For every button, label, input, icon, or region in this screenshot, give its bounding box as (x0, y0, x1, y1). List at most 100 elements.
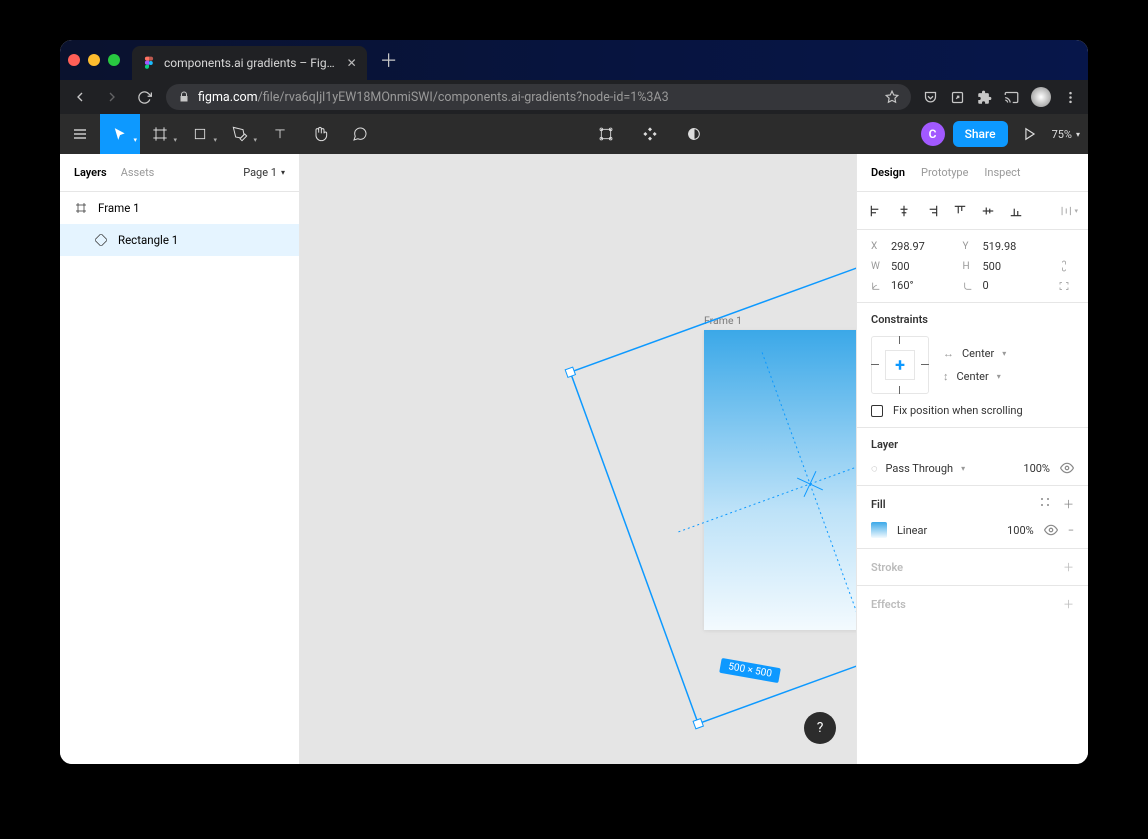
page-dropdown[interactable]: Page 1▾ (243, 166, 285, 179)
help-button[interactable]: ? (804, 712, 836, 744)
radius-input[interactable]: 0 (983, 279, 1049, 292)
frame-tool[interactable]: ▾ (140, 114, 180, 154)
fix-position-checkbox[interactable]: Fix position when scrolling (871, 404, 1074, 417)
browser-tab[interactable]: components.ai gradients – Fig… ✕ (132, 46, 367, 80)
h-input[interactable]: 500 (983, 260, 1049, 273)
y-label: Y (963, 241, 977, 252)
pen-tool[interactable]: ▾ (220, 114, 260, 154)
cast-icon[interactable] (1004, 90, 1019, 105)
fill-type[interactable]: Linear (897, 524, 927, 537)
align-vcenter-icon[interactable] (979, 202, 997, 220)
kebab-menu-icon[interactable] (1063, 90, 1078, 105)
design-panel: Design Prototype Inspect ▾ X 298.97 Y (856, 154, 1088, 764)
constraint-widget[interactable]: + (871, 336, 929, 394)
align-hcenter-icon[interactable] (895, 202, 913, 220)
selection-box[interactable] (530, 204, 856, 764)
new-tab-button[interactable]: ＋ (375, 46, 403, 74)
effects-title: Effects (871, 598, 906, 611)
w-label: W (871, 261, 885, 272)
move-tool[interactable]: ▾ (100, 114, 140, 154)
close-tab-icon[interactable]: ✕ (347, 56, 357, 70)
tab-layers[interactable]: Layers (74, 166, 107, 179)
section-layer: Layer ◌ Pass Through ▾ 100% (857, 428, 1088, 486)
maximize-window-button[interactable] (108, 54, 120, 66)
radius-icon (963, 281, 977, 291)
lock-icon (178, 91, 190, 103)
text-tool[interactable] (260, 114, 300, 154)
section-stroke: Stroke ＋ (857, 549, 1088, 586)
shape-tool[interactable]: ▾ (180, 114, 220, 154)
present-button[interactable] (1016, 114, 1044, 154)
remove-fill-icon[interactable]: − (1068, 524, 1074, 537)
reload-button[interactable] (134, 87, 154, 107)
edit-object-tool[interactable] (586, 114, 626, 154)
h-label: H (963, 261, 977, 272)
main-menu-button[interactable] (60, 114, 100, 154)
align-top-icon[interactable] (951, 202, 969, 220)
share-button[interactable]: Share (953, 121, 1008, 147)
layer-label: Frame 1 (98, 201, 140, 215)
browser-tabstrip: components.ai gradients – Fig… ✕ ＋ (60, 40, 1088, 80)
stroke-title: Stroke (871, 561, 903, 574)
constraint-vertical-select[interactable]: ↕Center▾ (943, 370, 1006, 383)
address-bar: figma.com/file/rva6qIjl1yEW18MOnmiSWI/co… (60, 80, 1088, 114)
y-input[interactable]: 519.98 (983, 240, 1049, 253)
distribute-icon[interactable]: ▾ (1060, 202, 1078, 220)
star-icon[interactable] (885, 90, 899, 104)
blend-mode-select[interactable]: Pass Through (886, 462, 954, 475)
create-component-tool[interactable] (630, 114, 670, 154)
x-label: X (871, 241, 885, 252)
section-position: X 298.97 Y 519.98 W 500 H 500 160° 0 (857, 230, 1088, 303)
forward-button[interactable] (102, 87, 122, 107)
angle-icon (871, 281, 885, 291)
layer-row-rectangle[interactable]: Rectangle 1 (60, 224, 299, 256)
fill-opacity-input[interactable]: 100% (1007, 524, 1034, 537)
pocket-icon[interactable] (923, 90, 938, 105)
extensions-icon[interactable] (977, 90, 992, 105)
url-text: figma.com/file/rva6qIjl1yEW18MOnmiSWI/co… (198, 90, 877, 105)
fill-title: Fill (871, 498, 886, 511)
minimize-window-button[interactable] (88, 54, 100, 66)
user-avatar[interactable]: C (921, 122, 945, 146)
url-input[interactable]: figma.com/file/rva6qIjl1yEW18MOnmiSWI/co… (166, 84, 911, 110)
mask-tool[interactable] (674, 114, 714, 154)
canvas[interactable]: Frame 1 500 × 500 ? (300, 154, 856, 764)
section-effects: Effects ＋ (857, 586, 1088, 622)
section-constraints: Constraints + ↔Center▾ ↕Center▾ (857, 303, 1088, 428)
layer-row-frame[interactable]: Frame 1 (60, 192, 299, 224)
visibility-icon[interactable] (1060, 461, 1074, 475)
back-button[interactable] (70, 87, 90, 107)
window-controls (68, 54, 120, 66)
close-window-button[interactable] (68, 54, 80, 66)
x-input[interactable]: 298.97 (891, 240, 957, 253)
add-stroke-icon[interactable]: ＋ (1063, 559, 1074, 575)
hand-tool[interactable] (300, 114, 340, 154)
fill-swatch[interactable] (871, 522, 887, 538)
fill-visibility-icon[interactable] (1044, 523, 1058, 537)
zoom-dropdown[interactable]: 75%▾ (1052, 128, 1080, 141)
figma-toolbar: ▾ ▾ ▾ ▾ C Share 75%▾ (60, 114, 1088, 154)
section-fill: Fill ＋ Linear 100% − (857, 486, 1088, 549)
frame-icon (74, 201, 88, 215)
align-right-icon[interactable] (923, 202, 941, 220)
tab-prototype[interactable]: Prototype (921, 166, 968, 179)
add-effect-icon[interactable]: ＋ (1063, 596, 1074, 612)
tab-inspect[interactable]: Inspect (984, 166, 1020, 179)
tab-design[interactable]: Design (871, 166, 905, 179)
comment-tool[interactable] (340, 114, 380, 154)
layer-opacity-input[interactable]: 100% (1023, 462, 1050, 475)
constraint-horizontal-select[interactable]: ↔Center▾ (943, 347, 1006, 360)
align-bottom-icon[interactable] (1007, 202, 1025, 220)
style-icon[interactable] (1039, 496, 1051, 512)
independent-corners-icon[interactable] (1054, 280, 1074, 292)
share-icon[interactable] (950, 90, 965, 105)
add-fill-icon[interactable]: ＋ (1063, 496, 1074, 512)
profile-avatar[interactable] (1031, 87, 1051, 107)
constrain-proportions-icon[interactable] (1054, 259, 1074, 273)
align-left-icon[interactable] (867, 202, 885, 220)
w-input[interactable]: 500 (891, 260, 957, 273)
figma-logo-icon (142, 56, 156, 70)
layer-title: Layer (871, 438, 1074, 451)
rotation-input[interactable]: 160° (891, 279, 957, 292)
tab-assets[interactable]: Assets (121, 166, 155, 179)
